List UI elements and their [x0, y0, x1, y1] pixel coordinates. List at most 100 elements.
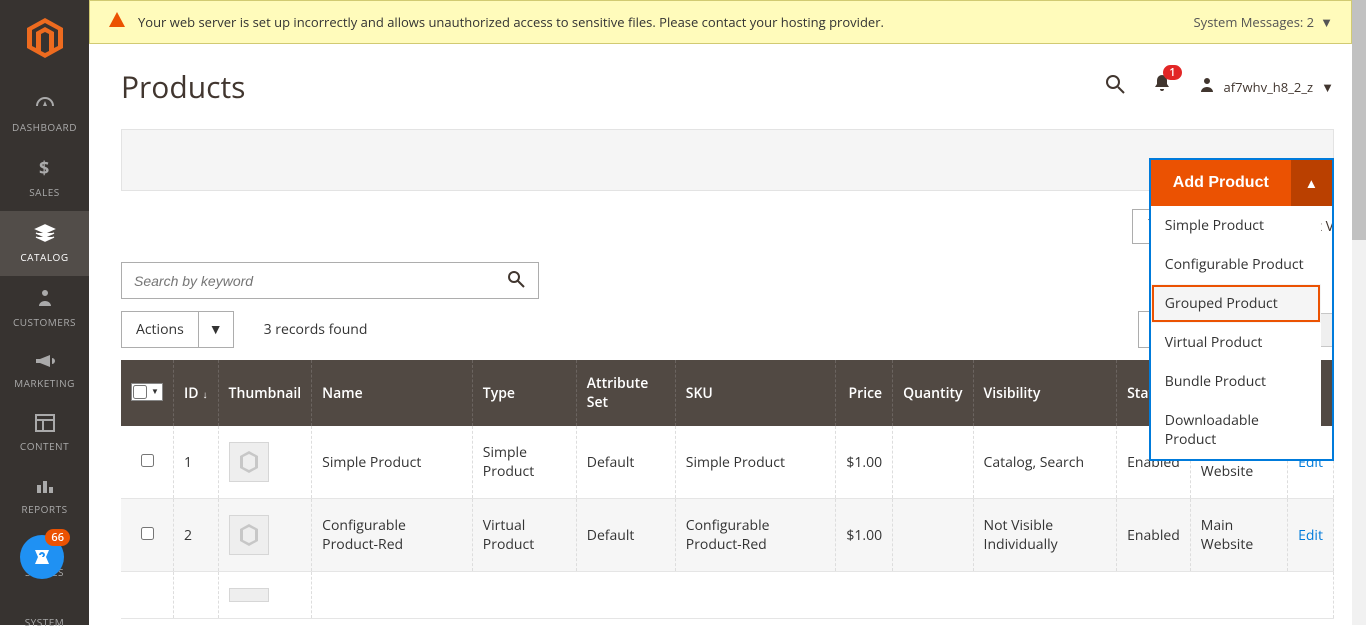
col-select-all[interactable]: ▼	[121, 360, 174, 426]
nav-label: REPORTS	[21, 502, 67, 516]
chevron-down-icon: ▼	[1320, 13, 1333, 31]
cell-visibility: Catalog, Search	[973, 426, 1117, 499]
layout-icon	[0, 414, 89, 435]
dropdown-item-grouped[interactable]: Grouped Product	[1151, 284, 1321, 323]
edit-link[interactable]: Edit	[1298, 526, 1323, 545]
magento-logo[interactable]	[27, 0, 63, 83]
warning-icon	[108, 11, 126, 33]
nav-dashboard[interactable]: DASHBOARD	[0, 83, 89, 146]
actions-label: Actions	[122, 312, 198, 347]
col-type[interactable]: Type	[472, 360, 576, 426]
nav-system[interactable]: SYSTEM	[0, 591, 89, 641]
search-input[interactable]	[122, 264, 494, 298]
search-submit[interactable]	[494, 263, 538, 298]
dropdown-item-virtual[interactable]: Virtual Product	[1151, 323, 1321, 362]
user-icon	[1198, 76, 1216, 98]
system-message-text: Your web server is set up incorrectly an…	[138, 13, 884, 31]
dropdown-item-downloadable[interactable]: Downloadable Product	[1151, 401, 1321, 459]
cell-type: Virtual Product	[472, 499, 576, 572]
cell-id: 2	[174, 499, 219, 572]
nav-label: SYSTEM	[25, 615, 65, 629]
table-row[interactable]	[121, 572, 1334, 619]
thumbnail-placeholder	[229, 515, 269, 555]
col-id-label: ID	[184, 384, 199, 403]
nav-marketing[interactable]: MARKETING	[0, 341, 89, 402]
cell-attribute-set: Default	[576, 426, 675, 499]
bulk-actions-select[interactable]: Actions ▼	[121, 311, 234, 348]
sort-arrow-icon: ↓	[203, 387, 208, 401]
caret-up-icon: ▲	[1305, 176, 1318, 191]
user-menu[interactable]: af7whv_h8_2_z ▼	[1198, 76, 1334, 98]
nav-label: SALES	[29, 185, 60, 199]
nav-reports[interactable]: REPORTS	[0, 465, 89, 528]
cell-id: 1	[174, 426, 219, 499]
system-message-bar: Your web server is set up incorrectly an…	[89, 0, 1352, 44]
chart-icon	[0, 477, 89, 498]
nav-content[interactable]: CONTENT	[0, 402, 89, 465]
system-message-toggle[interactable]: System Messages: 2 ▼	[1194, 13, 1333, 31]
cell-attribute-set: Default	[576, 499, 675, 572]
chevron-down-icon: ▼	[1321, 78, 1334, 96]
select-all-dropdown[interactable]: ▼	[149, 385, 161, 399]
cell-sku: Configurable Product-Red	[675, 499, 836, 572]
scrollbar[interactable]	[1352, 0, 1366, 625]
nav-label: MARKETING	[14, 376, 75, 390]
select-all-checkbox[interactable]	[133, 385, 147, 399]
cell-price: $1.00	[836, 426, 893, 499]
col-sku[interactable]: SKU	[675, 360, 836, 426]
cell-action: Edit	[1288, 499, 1334, 572]
cell-status: Enabled	[1117, 499, 1191, 572]
nav-label: CUSTOMERS	[13, 315, 76, 329]
cell-name: Configurable Product-Red	[312, 499, 473, 572]
search-icon	[506, 277, 526, 292]
dropdown-item-simple[interactable]: Simple Product	[1151, 206, 1321, 245]
add-product-dropdown-toggle[interactable]: ▲	[1291, 160, 1332, 206]
cell-sku: Simple Product	[675, 426, 836, 499]
caret-down-icon: ▼	[198, 312, 233, 347]
col-id[interactable]: ID ↓	[174, 360, 219, 426]
svg-text:$: $	[39, 158, 49, 178]
cell-thumbnail	[218, 499, 312, 572]
dollar-icon: $	[0, 158, 89, 181]
chat-count-badge: 66	[45, 529, 70, 546]
cell-quantity	[893, 426, 973, 499]
col-thumbnail[interactable]: Thumbnail	[218, 360, 312, 426]
username-label: af7whv_h8_2_z	[1224, 78, 1314, 96]
notifications-icon[interactable]: 1	[1152, 73, 1172, 100]
scroll-thumb[interactable]	[1352, 0, 1366, 240]
col-visibility[interactable]: Visibility	[973, 360, 1117, 426]
col-quantity[interactable]: Quantity	[893, 360, 973, 426]
page-title: Products	[121, 66, 245, 107]
nav-sales[interactable]: $ SALES	[0, 146, 89, 211]
cell-type: Simple Product	[472, 426, 576, 499]
cell-websites: Main Website	[1190, 499, 1287, 572]
row-checkbox[interactable]	[141, 527, 154, 540]
table-row[interactable]: 2 Configurable Product-Red Virtual Produ…	[121, 499, 1334, 572]
cell-visibility: Not Visible Individually	[973, 499, 1117, 572]
add-product-dropdown: Simple Product Configurable Product Grou…	[1151, 206, 1321, 459]
dropdown-item-bundle[interactable]: Bundle Product	[1151, 362, 1321, 401]
nav-label: CATALOG	[20, 250, 68, 264]
row-checkbox[interactable]	[141, 454, 154, 467]
nav-catalog[interactable]: CATALOG	[0, 211, 89, 276]
cell-name: Simple Product	[312, 426, 473, 499]
col-attribute-set[interactable]: Attribute Set	[576, 360, 675, 426]
records-found-label: 3 records found	[264, 320, 368, 339]
search-icon[interactable]	[1104, 73, 1126, 100]
cell-quantity	[893, 499, 973, 572]
thumbnail-placeholder	[229, 588, 269, 602]
nav-label: CONTENT	[20, 439, 69, 453]
col-name[interactable]: Name	[312, 360, 473, 426]
col-price[interactable]: Price	[836, 360, 893, 426]
add-product-group: Add Product ▲ Simple Product Configurabl…	[1149, 158, 1334, 461]
add-product-button[interactable]: Add Product	[1151, 160, 1291, 206]
help-chat-button[interactable]: 66	[20, 535, 64, 579]
dropdown-item-configurable[interactable]: Configurable Product	[1151, 245, 1321, 284]
nav-label: DASHBOARD	[12, 120, 77, 134]
nav-customers[interactable]: CUSTOMERS	[0, 276, 89, 341]
admin-sidebar: DASHBOARD $ SALES CATALOG CUSTOMERS MARK…	[0, 0, 89, 625]
megaphone-icon	[0, 353, 89, 372]
search-box	[121, 262, 539, 299]
dashboard-icon	[0, 95, 89, 116]
notif-count-badge: 1	[1163, 65, 1181, 80]
